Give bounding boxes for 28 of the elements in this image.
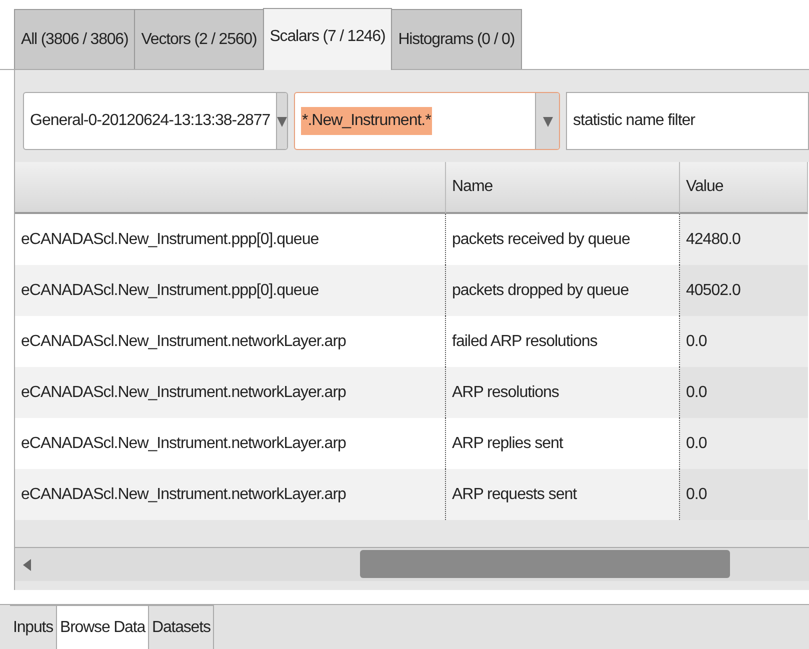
- module-dropdown[interactable]: *.New_Instrument.*: [294, 92, 560, 150]
- column-header[interactable]: Name: [446, 162, 680, 214]
- table-cell: 42480.0: [680, 214, 808, 265]
- scrollbar-thumb[interactable]: [360, 550, 730, 578]
- column-header[interactable]: Value: [680, 162, 808, 214]
- dropdown-arrow-icon[interactable]: [277, 115, 287, 127]
- table-cell: eCANADAScl.New_Instrument.ppp[0].queue: [15, 265, 446, 316]
- tab[interactable]: Browse Data: [57, 606, 149, 649]
- scroll-left-icon[interactable]: [23, 559, 31, 571]
- table-cell: ARP resolutions: [446, 367, 680, 418]
- statistic-filter-field[interactable]: statistic name filter: [566, 92, 809, 150]
- table-cell: 0.0: [680, 316, 808, 367]
- table-cell: eCANADAScl.New_Instrument.networkLayer.arp: [15, 367, 446, 418]
- tab[interactable]: All (3806 / 3806): [14, 9, 136, 69]
- table-cell: 0.0: [680, 469, 808, 520]
- table-cell: ARP requests sent: [446, 469, 680, 520]
- horizontal-scrollbar[interactable]: [15, 547, 809, 581]
- dropdown-arrow-icon[interactable]: [542, 115, 552, 127]
- run-dropdown[interactable]: General-0-20120624-13:13:38-2877: [23, 92, 288, 150]
- column-header[interactable]: [15, 162, 446, 214]
- table-cell: eCANADAScl.New_Instrument.networkLayer.arp: [15, 469, 446, 520]
- tab[interactable]: Vectors (2 / 2560): [134, 9, 264, 69]
- tab[interactable]: Histograms (0 / 0): [391, 9, 522, 69]
- tab[interactable]: Scalars (7 / 1246): [262, 8, 392, 70]
- table-cell: 0.0: [680, 367, 808, 418]
- table-cell: packets dropped by queue: [446, 265, 680, 316]
- table-cell: 40502.0: [680, 265, 808, 316]
- table-cell: 0.0: [680, 418, 808, 469]
